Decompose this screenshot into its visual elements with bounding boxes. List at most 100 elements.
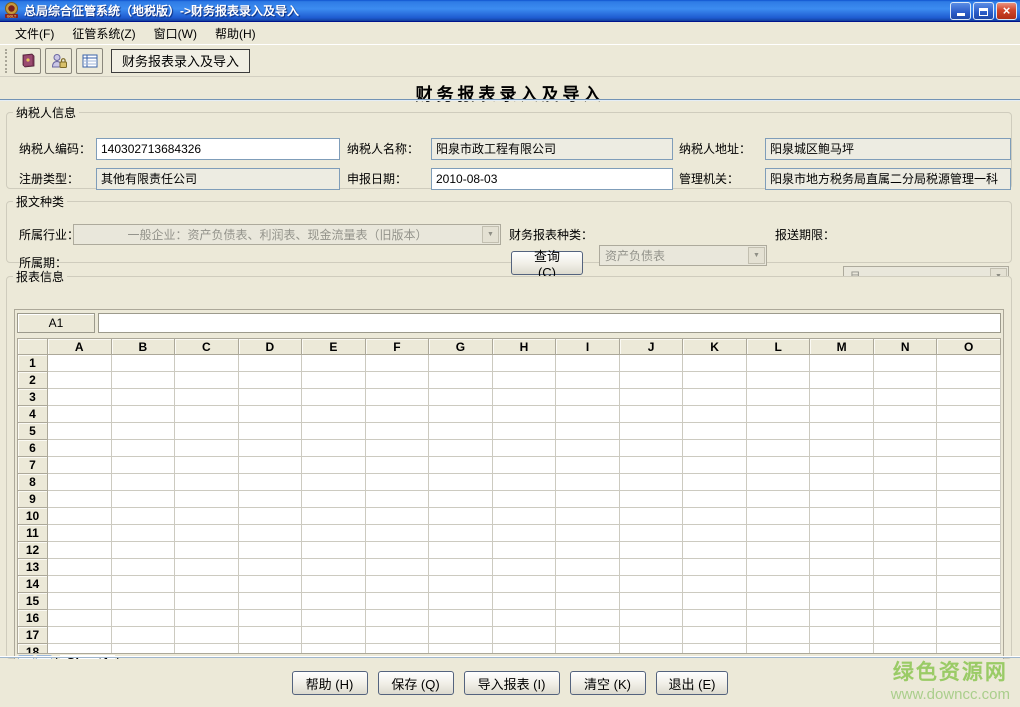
row-header-15[interactable]: 15 — [18, 593, 48, 610]
cell-L11[interactable] — [746, 525, 810, 542]
column-header-H[interactable]: H — [492, 339, 556, 355]
cell-A7[interactable] — [48, 457, 112, 474]
cell-E5[interactable] — [302, 423, 366, 440]
column-header-F[interactable]: F — [365, 339, 429, 355]
cell-E10[interactable] — [302, 508, 366, 525]
menu-collection-system[interactable]: 征管系统(Z) — [63, 23, 144, 44]
cell-K14[interactable] — [683, 576, 747, 593]
cell-B17[interactable] — [111, 627, 175, 644]
cell-N16[interactable] — [873, 610, 937, 627]
cell-C6[interactable] — [175, 440, 239, 457]
cell-A9[interactable] — [48, 491, 112, 508]
column-header-A[interactable]: A — [48, 339, 112, 355]
cell-A12[interactable] — [48, 542, 112, 559]
cell-C2[interactable] — [175, 372, 239, 389]
cell-D1[interactable] — [238, 355, 302, 372]
cell-J14[interactable] — [619, 576, 683, 593]
cell-B18[interactable] — [111, 644, 175, 654]
cell-G11[interactable] — [429, 525, 493, 542]
cell-O18[interactable] — [937, 644, 1001, 654]
cell-G15[interactable] — [429, 593, 493, 610]
cell-O1[interactable] — [937, 355, 1001, 372]
cell-E17[interactable] — [302, 627, 366, 644]
row-header-4[interactable]: 4 — [18, 406, 48, 423]
cell-O5[interactable] — [937, 423, 1001, 440]
cell-E2[interactable] — [302, 372, 366, 389]
cell-D12[interactable] — [238, 542, 302, 559]
cell-I8[interactable] — [556, 474, 620, 491]
cell-O8[interactable] — [937, 474, 1001, 491]
cell-H16[interactable] — [492, 610, 556, 627]
cell-M5[interactable] — [810, 423, 874, 440]
taxpayer-name-field[interactable]: 阳泉市政工程有限公司 — [431, 138, 673, 160]
cell-B8[interactable] — [111, 474, 175, 491]
cell-L18[interactable] — [746, 644, 810, 654]
row-header-11[interactable]: 11 — [18, 525, 48, 542]
row-header-6[interactable]: 6 — [18, 440, 48, 457]
cell-H1[interactable] — [492, 355, 556, 372]
cell-A3[interactable] — [48, 389, 112, 406]
cell-C8[interactable] — [175, 474, 239, 491]
row-header-17[interactable]: 17 — [18, 627, 48, 644]
menu-help[interactable]: 帮助(H) — [206, 23, 265, 44]
cell-F5[interactable] — [365, 423, 429, 440]
cell-I2[interactable] — [556, 372, 620, 389]
cell-E18[interactable] — [302, 644, 366, 654]
cell-I16[interactable] — [556, 610, 620, 627]
cell-C13[interactable] — [175, 559, 239, 576]
column-header-L[interactable]: L — [746, 339, 810, 355]
cell-G10[interactable] — [429, 508, 493, 525]
cell-O3[interactable] — [937, 389, 1001, 406]
cell-B13[interactable] — [111, 559, 175, 576]
cell-K6[interactable] — [683, 440, 747, 457]
cell-H8[interactable] — [492, 474, 556, 491]
cell-J5[interactable] — [619, 423, 683, 440]
import-report-button[interactable]: 导入报表 (I) — [464, 671, 560, 695]
cell-K3[interactable] — [683, 389, 747, 406]
cell-O10[interactable] — [937, 508, 1001, 525]
cell-J13[interactable] — [619, 559, 683, 576]
cell-M18[interactable] — [810, 644, 874, 654]
row-header-9[interactable]: 9 — [18, 491, 48, 508]
cell-G9[interactable] — [429, 491, 493, 508]
cell-L13[interactable] — [746, 559, 810, 576]
cell-C4[interactable] — [175, 406, 239, 423]
column-header-C[interactable]: C — [175, 339, 239, 355]
cell-E9[interactable] — [302, 491, 366, 508]
cell-M11[interactable] — [810, 525, 874, 542]
cell-O2[interactable] — [937, 372, 1001, 389]
cell-M12[interactable] — [810, 542, 874, 559]
cell-L2[interactable] — [746, 372, 810, 389]
cell-K13[interactable] — [683, 559, 747, 576]
taxpayer-address-field[interactable]: 阳泉城区鲍马坪 — [765, 138, 1011, 160]
cell-J17[interactable] — [619, 627, 683, 644]
cell-D15[interactable] — [238, 593, 302, 610]
cell-C18[interactable] — [175, 644, 239, 654]
row-header-12[interactable]: 12 — [18, 542, 48, 559]
cell-M4[interactable] — [810, 406, 874, 423]
cell-F8[interactable] — [365, 474, 429, 491]
cell-L14[interactable] — [746, 576, 810, 593]
column-header-D[interactable]: D — [238, 339, 302, 355]
cell-D13[interactable] — [238, 559, 302, 576]
menu-window[interactable]: 窗口(W) — [145, 23, 206, 44]
cell-M6[interactable] — [810, 440, 874, 457]
cell-K1[interactable] — [683, 355, 747, 372]
cell-N1[interactable] — [873, 355, 937, 372]
cell-D9[interactable] — [238, 491, 302, 508]
cell-J2[interactable] — [619, 372, 683, 389]
cell-K12[interactable] — [683, 542, 747, 559]
cell-O4[interactable] — [937, 406, 1001, 423]
cell-K11[interactable] — [683, 525, 747, 542]
cell-A17[interactable] — [48, 627, 112, 644]
cell-A18[interactable] — [48, 644, 112, 654]
cell-G13[interactable] — [429, 559, 493, 576]
cell-N5[interactable] — [873, 423, 937, 440]
cell-M10[interactable] — [810, 508, 874, 525]
cell-C9[interactable] — [175, 491, 239, 508]
cell-G18[interactable] — [429, 644, 493, 654]
cell-I12[interactable] — [556, 542, 620, 559]
cell-B10[interactable] — [111, 508, 175, 525]
authority-field[interactable]: 阳泉市地方税务局直属二分局税源管理一科 — [765, 168, 1011, 190]
cell-K2[interactable] — [683, 372, 747, 389]
